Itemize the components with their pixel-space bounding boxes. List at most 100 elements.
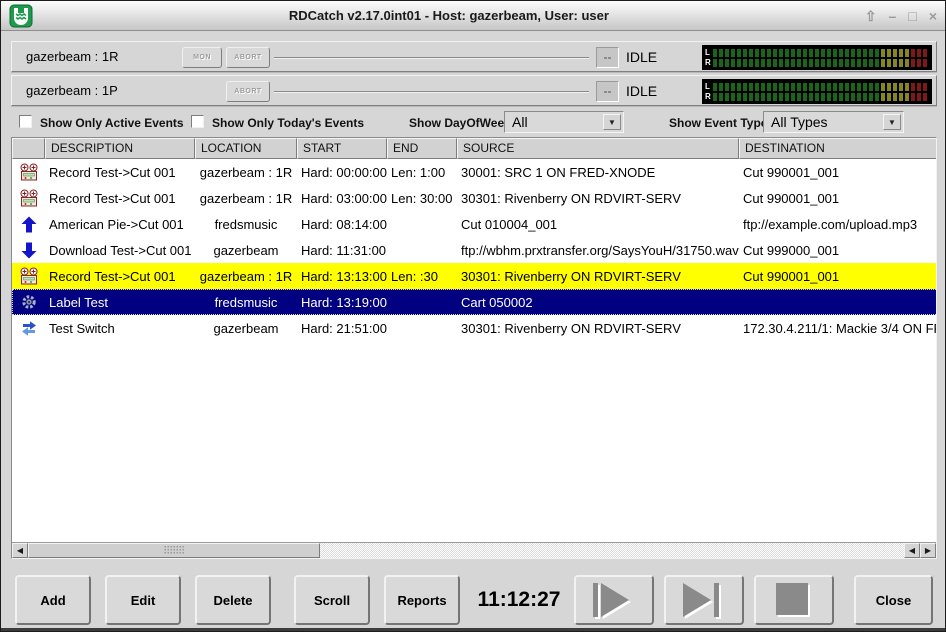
mon-button[interactable]: MON <box>182 47 222 68</box>
vu-segment-green <box>725 93 729 101</box>
event-row[interactable]: Test SwitchgazerbeamHard: 21:51:0030301:… <box>12 315 936 341</box>
vu-segment-green <box>773 49 777 57</box>
vu-segment-green <box>839 49 843 57</box>
vu-segment-green <box>755 93 759 101</box>
vu-segment-green <box>731 49 735 57</box>
event-row[interactable]: American Pie->Cut 001fredsmusicHard: 08:… <box>12 211 936 237</box>
column-header-destination[interactable]: DESTINATION <box>739 138 936 159</box>
close-button[interactable]: Close <box>854 575 933 625</box>
vu-segment-yellow <box>905 59 909 67</box>
vu-segment-yellow <box>893 59 897 67</box>
vu-segment-green <box>803 93 807 101</box>
vu-segment-green <box>719 93 723 101</box>
vu-segment-green <box>779 59 783 67</box>
scroll-right-icon[interactable]: ▶ <box>920 543 936 558</box>
column-header-description[interactable]: DESCRIPTION <box>45 138 195 159</box>
vu-segment-green <box>803 59 807 67</box>
add-button[interactable]: Add <box>15 575 91 625</box>
scrollbar-thumb[interactable] <box>28 543 320 558</box>
abort-button[interactable]: ABORT <box>226 81 270 102</box>
vu-segment-green <box>815 83 819 91</box>
chevron-down-icon[interactable]: ▼ <box>603 114 621 130</box>
column-header-location[interactable]: LOCATION <box>195 138 297 159</box>
vu-segment-green <box>761 83 765 91</box>
event-row[interactable]: Record Test->Cut 001gazerbeam : 1RHard: … <box>12 263 936 289</box>
vu-segment-yellow <box>899 59 903 67</box>
event-row[interactable]: Record Test->Cut 001gazerbeam : 1RHard: … <box>12 159 936 185</box>
vu-segment-green <box>875 49 879 57</box>
vu-segment-green <box>749 93 753 101</box>
event-start: Hard: 13:13:00 <box>297 269 387 284</box>
close-icon[interactable]: × <box>929 9 937 23</box>
vu-segment-yellow <box>899 49 903 57</box>
play-button[interactable] <box>574 575 654 625</box>
abort-button[interactable]: ABORT <box>226 47 270 68</box>
window-controls: ⇧ – □ × <box>865 9 937 23</box>
day-of-week-label: Show DayOfWeek: <box>409 116 515 130</box>
event-type-select[interactable]: All Types ▼ <box>763 111 904 133</box>
vu-channel-label: R <box>705 59 713 67</box>
vu-segment-yellow <box>905 49 909 57</box>
delete-button[interactable]: Delete <box>195 575 271 625</box>
vu-segment-yellow <box>893 93 897 101</box>
vu-segment-green <box>827 49 831 57</box>
play-next-button[interactable] <box>664 575 744 625</box>
event-location: gazerbeam : 1R <box>195 191 297 206</box>
vu-segment-yellow <box>893 49 897 57</box>
vu-segment-yellow <box>905 83 909 91</box>
vu-segment-green <box>785 59 789 67</box>
vu-segment-green <box>851 59 855 67</box>
event-row[interactable]: Download Test->Cut 001gazerbeamHard: 11:… <box>12 237 936 263</box>
scrollbar-track[interactable] <box>320 543 904 558</box>
vu-segment-yellow <box>893 83 897 91</box>
day-of-week-select[interactable]: All ▼ <box>504 111 624 133</box>
maximize-icon[interactable]: □ <box>908 9 916 23</box>
vu-segment-yellow <box>905 93 909 101</box>
vu-segment-green <box>839 93 843 101</box>
column-header-end[interactable]: END <box>387 138 457 159</box>
vu-segment-green <box>815 49 819 57</box>
vu-segment-green <box>863 83 867 91</box>
show-active-label: Show Only Active Events <box>40 116 184 130</box>
shade-icon[interactable]: ⇧ <box>865 9 877 23</box>
minimize-icon[interactable]: – <box>889 9 897 23</box>
event-row[interactable]: Record Test->Cut 001gazerbeam : 1RHard: … <box>12 185 936 211</box>
vu-segment-green <box>761 49 765 57</box>
vu-segment-green <box>845 49 849 57</box>
horizontal-scrollbar[interactable]: ◀ ◀ ▶ <box>12 542 936 558</box>
reports-button[interactable]: Reports <box>384 575 460 625</box>
column-header-start[interactable]: START <box>297 138 387 159</box>
event-row[interactable]: Label TestfredsmusicHard: 13:19:00Cart 0… <box>12 289 936 315</box>
vu-segment-red <box>917 59 921 67</box>
column-header-source[interactable]: SOURCE <box>457 138 739 159</box>
vu-segment-yellow <box>887 93 891 101</box>
deck-monitor-1R: gazerbeam : 1R MON ABORT -- IDLE LR <box>11 41 937 72</box>
show-today-checkbox[interactable] <box>191 115 204 128</box>
vu-segment-green <box>767 93 771 101</box>
event-source: Cart 050002 <box>457 295 739 310</box>
show-active-checkbox[interactable] <box>19 115 32 128</box>
edit-button[interactable]: Edit <box>105 575 181 625</box>
column-header-icon[interactable] <box>12 138 45 159</box>
window-bottom-edge <box>1 628 945 631</box>
stop-button[interactable] <box>754 575 834 625</box>
scroll-left-icon[interactable]: ◀ <box>12 543 28 558</box>
event-source: 30001: SRC 1 ON FRED-XNODE <box>457 165 739 180</box>
event-description: Record Test->Cut 001 <box>45 269 195 284</box>
show-today-label: Show Only Today's Events <box>212 116 364 130</box>
scroll-button[interactable]: Scroll <box>294 575 370 625</box>
vu-segment-green <box>785 93 789 101</box>
vu-segment-green <box>863 59 867 67</box>
chevron-down-icon[interactable]: ▼ <box>883 114 901 130</box>
vu-segment-green <box>863 49 867 57</box>
vu-segment-green <box>827 83 831 91</box>
scroll-left-icon[interactable]: ◀ <box>904 543 920 558</box>
vu-segment-green <box>773 93 777 101</box>
event-type-value: All Types <box>771 114 828 130</box>
vu-segment-green <box>863 93 867 101</box>
vu-segment-green <box>725 59 729 67</box>
vu-segment-green <box>785 49 789 57</box>
event-source: Cut 010004_001 <box>457 217 739 232</box>
vu-segment-green <box>875 93 879 101</box>
vu-segment-green <box>791 83 795 91</box>
